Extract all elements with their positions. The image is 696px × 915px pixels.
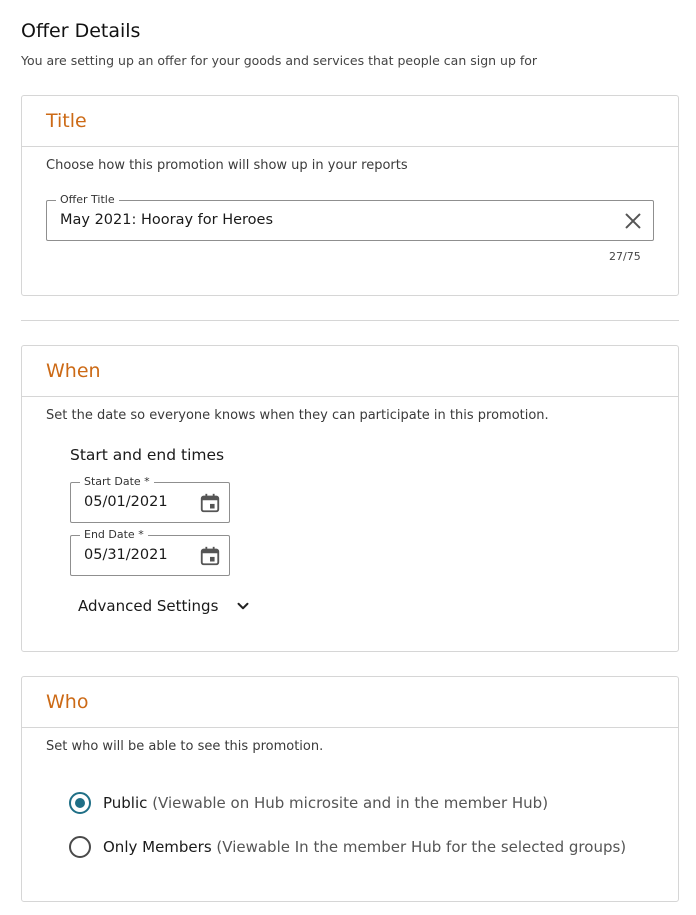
radio-public-indicator[interactable] [69, 792, 91, 814]
end-date-label: End Date * [80, 528, 148, 542]
radio-only-members-indicator[interactable] [69, 836, 91, 858]
radio-only-members-label: Only Members [103, 838, 212, 856]
radio-only-members[interactable]: Only Members (Viewable In the member Hub… [69, 836, 626, 858]
title-card-header: Title [22, 96, 678, 147]
radio-public-label: Public [103, 794, 148, 812]
start-date-label: Start Date * [80, 475, 154, 489]
close-icon[interactable] [622, 210, 644, 232]
who-card-description: Set who will be able to see this promoti… [46, 739, 324, 754]
when-card-header: When [22, 346, 678, 397]
radio-public[interactable]: Public (Viewable on Hub microsite and in… [69, 792, 548, 814]
page-subtitle: You are setting up an offer for your goo… [21, 53, 538, 68]
when-card-description: Set the date so everyone knows when they… [46, 408, 549, 423]
end-date-value[interactable]: 05/31/2021 [84, 547, 168, 563]
radio-only-members-note: (Viewable In the member Hub for the sele… [216, 838, 627, 856]
advanced-settings-label: Advanced Settings [78, 597, 219, 615]
offer-title-label: Offer Title [56, 193, 119, 207]
start-date-field[interactable]: Start Date * 05/01/2021 [70, 475, 230, 523]
offer-title-field[interactable]: Offer Title May 2021: Hooray for Heroes [46, 193, 654, 241]
offer-title-value[interactable]: May 2021: Hooray for Heroes [60, 212, 273, 228]
character-counter: 27/75 [609, 250, 641, 263]
radio-public-note: (Viewable on Hub microsite and in the me… [152, 794, 549, 812]
start-end-times-heading: Start and end times [70, 446, 225, 464]
chevron-down-icon[interactable] [234, 597, 252, 615]
when-card-heading: When [46, 360, 101, 382]
who-card-heading: Who [46, 691, 89, 713]
calendar-icon[interactable] [199, 492, 221, 514]
title-card-heading: Title [46, 110, 87, 132]
section-divider [21, 320, 679, 321]
end-date-field[interactable]: End Date * 05/31/2021 [70, 528, 230, 576]
radio-public-text: Public (Viewable on Hub microsite and in… [103, 794, 548, 812]
who-card-header: Who [22, 677, 678, 728]
start-date-value[interactable]: 05/01/2021 [84, 494, 168, 510]
advanced-settings-toggle[interactable]: Advanced Settings [78, 597, 252, 615]
calendar-icon[interactable] [199, 545, 221, 567]
page-title: Offer Details [21, 20, 141, 42]
title-card-description: Choose how this promotion will show up i… [46, 158, 408, 173]
who-card: Who Set who will be able to see this pro… [21, 676, 679, 902]
radio-only-members-text: Only Members (Viewable In the member Hub… [103, 838, 626, 856]
title-card: Title Choose how this promotion will sho… [21, 95, 679, 296]
